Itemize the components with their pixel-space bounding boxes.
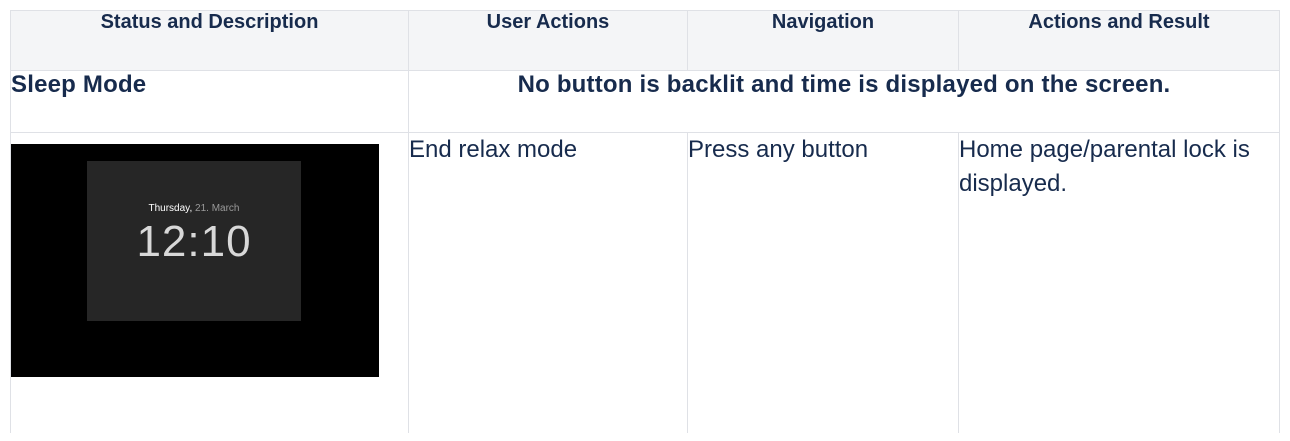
mode-description-cell: No button is backlit and time is display… bbox=[408, 70, 1280, 133]
screen-time: 12:10 bbox=[136, 217, 252, 266]
header-navigation: Navigation bbox=[687, 10, 959, 71]
mode-title: Sleep Mode bbox=[11, 71, 147, 98]
result-cell: Home page/parental lock is displayed. bbox=[958, 132, 1280, 433]
screen-date: Thursday, 21. March bbox=[87, 203, 301, 214]
document-page: Status and Description User Actions Navi… bbox=[0, 0, 1290, 441]
mode-title-row: Sleep Mode No button is backlit and time… bbox=[10, 70, 1280, 133]
result-text: Home page/parental lock is displayed. bbox=[959, 136, 1250, 197]
user-action-text: End relax mode bbox=[409, 136, 578, 163]
screen-clock-panel: Thursday, 21. March 12:10 bbox=[87, 161, 301, 321]
sleep-screen-image: Thursday, 21. March 12:10 bbox=[11, 144, 379, 377]
table-header-row: Status and Description User Actions Navi… bbox=[10, 10, 1280, 71]
screen-image-cell: Thursday, 21. March 12:10 bbox=[10, 132, 409, 433]
header-user-actions: User Actions bbox=[408, 10, 688, 71]
mode-title-cell: Sleep Mode bbox=[10, 70, 409, 133]
screen-date-value: 21. March bbox=[195, 203, 240, 214]
header-status-description: Status and Description bbox=[10, 10, 409, 71]
screen-day: Thursday, bbox=[148, 203, 193, 214]
user-action-cell: End relax mode bbox=[408, 132, 688, 433]
navigation-cell: Press any button bbox=[687, 132, 959, 433]
header-actions-result: Actions and Result bbox=[958, 10, 1280, 71]
navigation-text: Press any button bbox=[688, 136, 869, 163]
mode-description: No button is backlit and time is display… bbox=[517, 71, 1171, 98]
table-row: Thursday, 21. March 12:10 End relax mode… bbox=[10, 132, 1280, 433]
sleep-mode-table: Status and Description User Actions Navi… bbox=[10, 10, 1280, 433]
